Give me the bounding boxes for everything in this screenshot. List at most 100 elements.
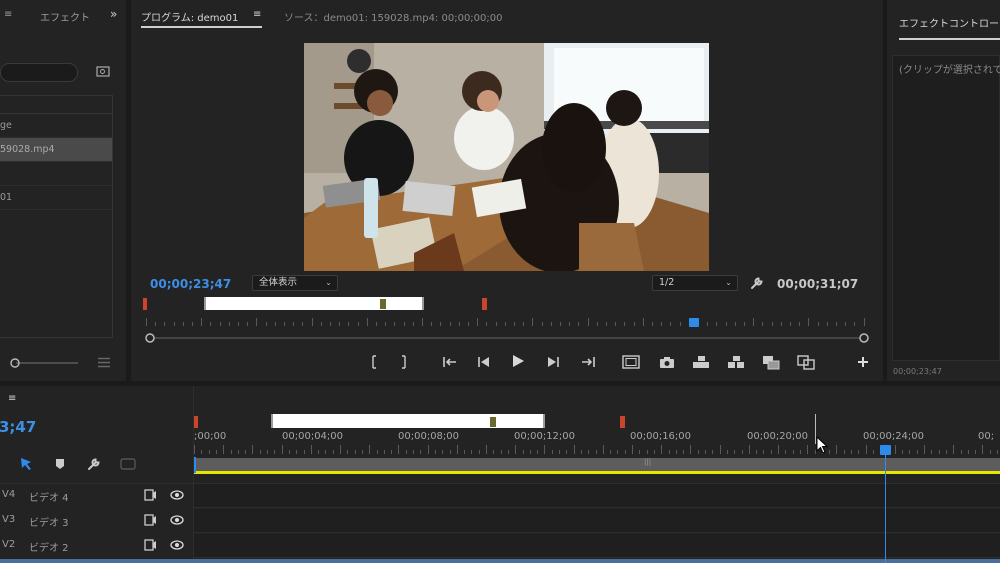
tab-effect-controls[interactable]: エフェクトコントロー xyxy=(899,15,999,30)
resolution-select[interactable]: 1/2 ⌄ xyxy=(652,275,738,291)
safe-margins-icon[interactable] xyxy=(622,353,640,371)
zoom-slider[interactable] xyxy=(8,356,80,370)
settings-wrench-icon[interactable] xyxy=(750,276,764,293)
ruler-tick xyxy=(449,450,451,454)
list-item-selected[interactable]: 59028.mp4 xyxy=(0,138,112,162)
list-view-icon[interactable] xyxy=(97,357,111,371)
marker-end[interactable] xyxy=(482,298,487,310)
ruler-tick xyxy=(725,322,727,326)
ruler-tick xyxy=(182,322,184,326)
ruler-tick xyxy=(347,450,349,454)
eye-icon[interactable] xyxy=(170,515,184,528)
go-to-out-icon[interactable] xyxy=(579,353,597,371)
lift-icon[interactable] xyxy=(692,353,710,371)
eye-icon[interactable] xyxy=(170,540,184,553)
in-out-range[interactable] xyxy=(271,414,545,428)
ruler-tick xyxy=(909,450,911,454)
ruler-tick xyxy=(403,322,405,326)
clip-marker[interactable] xyxy=(380,299,386,309)
list-item[interactable]: 01 xyxy=(0,186,112,210)
ruler-tick xyxy=(982,445,984,454)
tab-program[interactable]: プログラム: demo01 xyxy=(141,9,238,24)
add-marker-icon[interactable] xyxy=(51,455,69,473)
sync-lock-icon[interactable] xyxy=(144,539,157,554)
timeline-settings-icon[interactable] xyxy=(85,455,103,473)
current-timecode[interactable]: 00;00;23;47 xyxy=(150,277,231,291)
track-header-v2[interactable]: V2 ビデオ 2 xyxy=(0,534,193,558)
playhead-marker[interactable] xyxy=(689,318,699,327)
snap-icon[interactable] xyxy=(18,455,36,473)
mini-ruler[interactable] xyxy=(146,318,866,332)
mark-in-icon[interactable] xyxy=(364,353,382,371)
ruler-tick xyxy=(945,450,947,454)
tab-source[interactable]: ソース：demo01: 159028.mp4: 00;00;00;00 xyxy=(284,9,503,24)
ruler-tick xyxy=(748,445,750,454)
ruler-tick xyxy=(523,322,525,326)
ruler-tick xyxy=(194,445,195,454)
go-to-in-icon[interactable] xyxy=(441,353,459,371)
in-out-range[interactable] xyxy=(204,297,424,310)
effect-controls-panel: エフェクトコントロー (クリップが選択されて 00;00;23;47 xyxy=(887,0,1000,381)
compare-icon[interactable] xyxy=(762,353,780,371)
marker-start[interactable] xyxy=(143,298,147,310)
duration-timecode: 00;00;31;07 xyxy=(777,277,859,291)
find-icon[interactable] xyxy=(96,65,110,77)
ruler-tick xyxy=(302,322,304,326)
project-panel: ≡ エフェクト » ge 59028.mp4 01 xyxy=(0,0,126,381)
ruler-tick xyxy=(515,445,517,454)
work-area-start[interactable] xyxy=(194,457,196,473)
program-menu-icon[interactable]: ≡ xyxy=(253,9,261,20)
ruler-tick xyxy=(146,318,147,326)
marker-end[interactable] xyxy=(620,416,625,428)
work-area-bar[interactable]: ||| xyxy=(194,458,1000,471)
add-button-icon[interactable] xyxy=(854,353,872,371)
zoom-select[interactable]: 全体表示 ⌄ xyxy=(252,275,338,291)
clip-marker[interactable] xyxy=(490,417,496,427)
ruler-tick xyxy=(223,445,225,454)
playhead-line[interactable] xyxy=(885,455,886,563)
overflow-tabs-icon[interactable]: » xyxy=(110,7,117,21)
search-input[interactable] xyxy=(0,63,78,82)
ruler-tick xyxy=(826,322,828,326)
comparison-view-icon[interactable] xyxy=(797,353,815,371)
captions-icon[interactable] xyxy=(119,455,137,473)
panel-menu-icon[interactable]: ≡ xyxy=(4,9,12,20)
ruler-tick xyxy=(799,450,801,454)
track-lane-v3[interactable] xyxy=(194,509,1000,533)
tab-effects[interactable]: エフェクト xyxy=(40,9,90,24)
sync-lock-icon[interactable] xyxy=(144,489,157,504)
track-lane-v4[interactable] xyxy=(194,484,1000,508)
ruler-tick xyxy=(617,450,619,454)
extract-icon[interactable] xyxy=(727,353,745,371)
step-forward-icon[interactable] xyxy=(544,353,562,371)
ruler-tick xyxy=(661,322,663,326)
video-frame[interactable] xyxy=(304,43,709,271)
sync-lock-icon[interactable] xyxy=(144,514,157,529)
ruler-tick xyxy=(391,450,393,454)
step-back-icon[interactable] xyxy=(475,353,493,371)
mark-out-icon[interactable] xyxy=(396,353,414,371)
marker-start[interactable] xyxy=(194,416,198,428)
ruler-tick xyxy=(486,445,487,454)
ruler-tick xyxy=(763,450,765,454)
mouse-cursor-icon xyxy=(816,435,829,457)
ruler-tick xyxy=(208,450,210,454)
eye-icon[interactable] xyxy=(170,490,184,503)
ruler-tick xyxy=(383,450,385,454)
play-icon[interactable] xyxy=(509,352,527,370)
zoom-scrollbar[interactable] xyxy=(145,333,869,343)
timeline-menu-icon[interactable]: ≡ xyxy=(8,393,16,404)
ruler-tick xyxy=(753,318,755,326)
playhead-handle[interactable] xyxy=(880,445,891,455)
export-frame-icon[interactable] xyxy=(658,353,676,371)
work-area-grip[interactable]: ||| xyxy=(644,458,651,466)
v1-clip-edge xyxy=(0,559,1000,563)
list-item[interactable] xyxy=(0,162,112,186)
timeline-timecode[interactable]: 3;47 xyxy=(0,418,36,436)
track-header-v4[interactable]: V4 ビデオ 4 xyxy=(0,484,193,508)
ruler-tick xyxy=(670,322,672,326)
ruler-tick xyxy=(394,322,396,326)
list-item[interactable]: ge xyxy=(0,114,112,138)
track-lane-v2[interactable] xyxy=(194,534,1000,558)
track-header-v3[interactable]: V3 ビデオ 3 xyxy=(0,509,193,533)
